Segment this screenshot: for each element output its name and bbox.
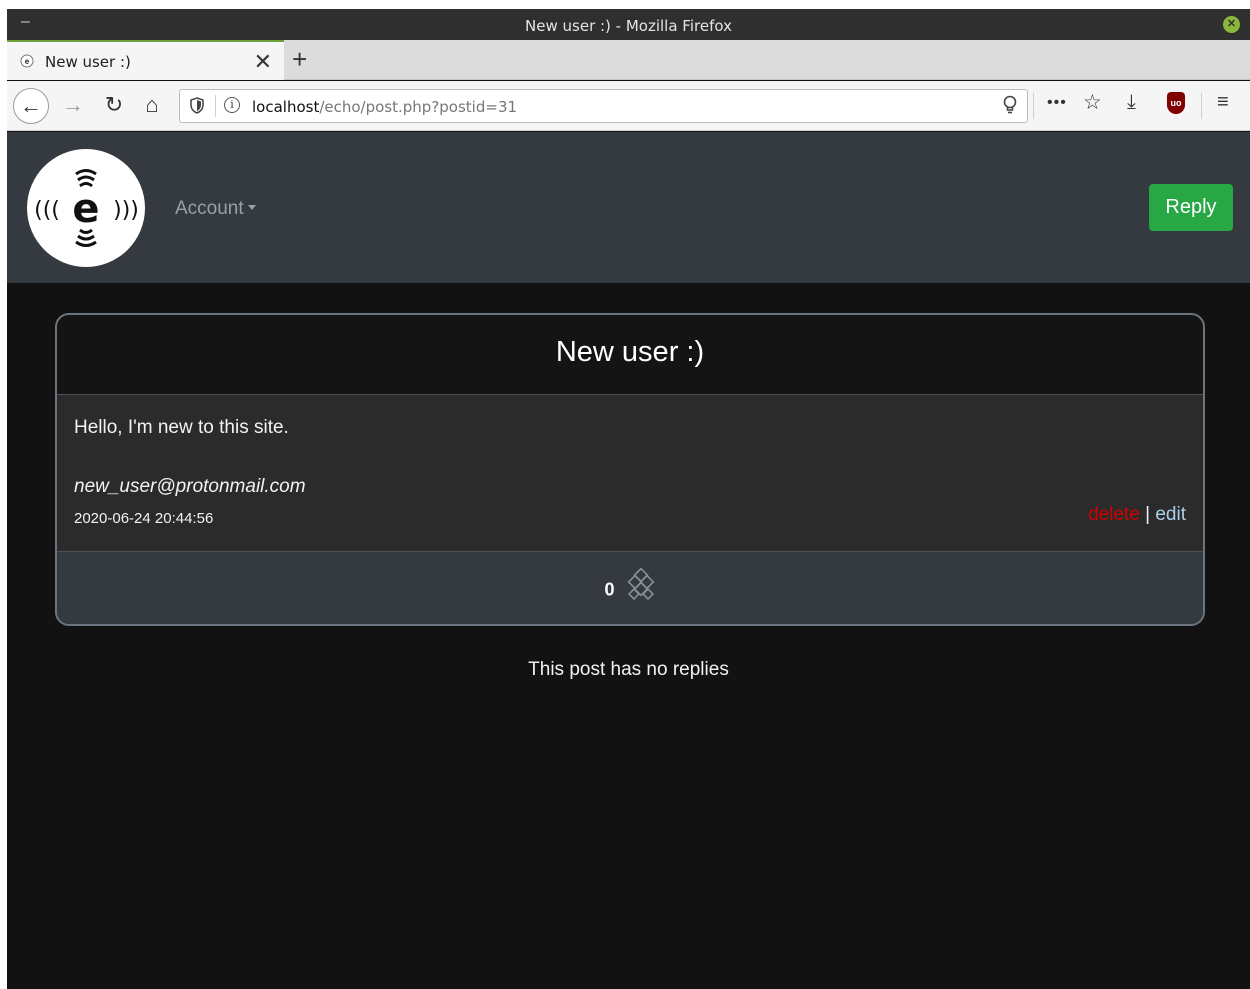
site-navbar: e ((( ))) Account Reply xyxy=(7,132,1250,283)
page-actions-menu-icon[interactable]: ••• xyxy=(1047,94,1067,112)
echo-favicon-icon: e xyxy=(18,53,36,69)
toolbar-divider-2 xyxy=(1201,93,1202,119)
bookmark-star-icon[interactable]: ☆ xyxy=(1083,90,1102,115)
post-body: Hello, I'm new to this site. xyxy=(74,417,289,438)
tab-label: New user :) xyxy=(45,53,131,71)
address-bar-divider xyxy=(215,95,216,117)
post-card-header: New user :) xyxy=(57,315,1203,395)
toolbar-divider xyxy=(1033,93,1034,119)
tracking-protection-shield-icon[interactable] xyxy=(190,97,204,118)
tab-strip: e New user :) ✕ + xyxy=(7,40,1250,80)
actions-separator: | xyxy=(1145,504,1151,525)
no-replies-message: This post has no replies xyxy=(528,659,729,680)
browser-window: – New user :) - Mozilla Firefox ✕ e New … xyxy=(7,9,1250,989)
delete-link[interactable]: delete xyxy=(1088,504,1140,525)
url-path: /echo/post.php?postid=31 xyxy=(319,98,518,116)
lightbulb-icon[interactable] xyxy=(1003,95,1017,120)
downloads-icon[interactable]: ⤓ xyxy=(1127,91,1136,114)
post-author: new_user@protonmail.com xyxy=(74,476,306,497)
reload-button[interactable]: ↻ xyxy=(98,89,130,121)
hamburger-menu-icon[interactable]: ≡ xyxy=(1217,91,1229,114)
like-counter: 0 xyxy=(57,567,1203,607)
tab-new-user[interactable]: e New user :) ✕ xyxy=(7,40,284,80)
url-host: localhost xyxy=(252,98,320,116)
forward-button[interactable]: → xyxy=(57,89,89,121)
edit-link[interactable]: edit xyxy=(1155,504,1186,525)
logo-letter: e xyxy=(72,186,99,232)
navigation-toolbar: ← → ↻ ⌂ i localhost/echo/post.php?postid… xyxy=(7,81,1250,131)
window-close-button[interactable]: ✕ xyxy=(1223,16,1240,33)
post-actions: delete | edit xyxy=(1088,504,1186,526)
svg-text:e: e xyxy=(25,57,30,66)
post-card-footer: 0 xyxy=(57,552,1203,624)
endless-knot-like-icon[interactable] xyxy=(626,567,656,607)
window-title: New user :) - Mozilla Firefox xyxy=(525,17,732,35)
tab-close-icon[interactable]: ✕ xyxy=(254,49,272,75)
new-tab-button[interactable]: + xyxy=(292,44,307,75)
page-content: e ((( ))) Account Reply New user :) Hell… xyxy=(7,132,1250,989)
logo-left-waves: ((( xyxy=(34,198,60,223)
echo-logo[interactable]: e ((( ))) xyxy=(27,149,145,267)
reply-button[interactable]: Reply xyxy=(1149,184,1233,231)
back-button[interactable]: ← xyxy=(13,88,49,124)
url-text[interactable]: localhost/echo/post.php?postid=31 xyxy=(252,98,517,116)
logo-right-waves: ))) xyxy=(113,198,139,223)
post-card: New user :) Hello, I'm new to this site.… xyxy=(55,313,1205,626)
like-count: 0 xyxy=(604,579,615,600)
post-timestamp: 2020-06-24 20:44:56 xyxy=(74,510,214,527)
home-button[interactable]: ⌂ xyxy=(136,89,168,121)
site-info-icon[interactable]: i xyxy=(224,97,240,113)
post-title: New user :) xyxy=(555,336,705,368)
account-label: Account xyxy=(175,198,244,219)
caret-down-icon xyxy=(247,204,256,210)
account-dropdown[interactable]: Account xyxy=(175,198,256,220)
ublock-origin-icon[interactable]: uo xyxy=(1167,92,1185,114)
address-bar[interactable]: i localhost/echo/post.php?postid=31 xyxy=(179,89,1028,123)
post-card-body: Hello, I'm new to this site. new_user@pr… xyxy=(57,395,1203,552)
title-bar: – New user :) - Mozilla Firefox ✕ xyxy=(7,9,1250,40)
